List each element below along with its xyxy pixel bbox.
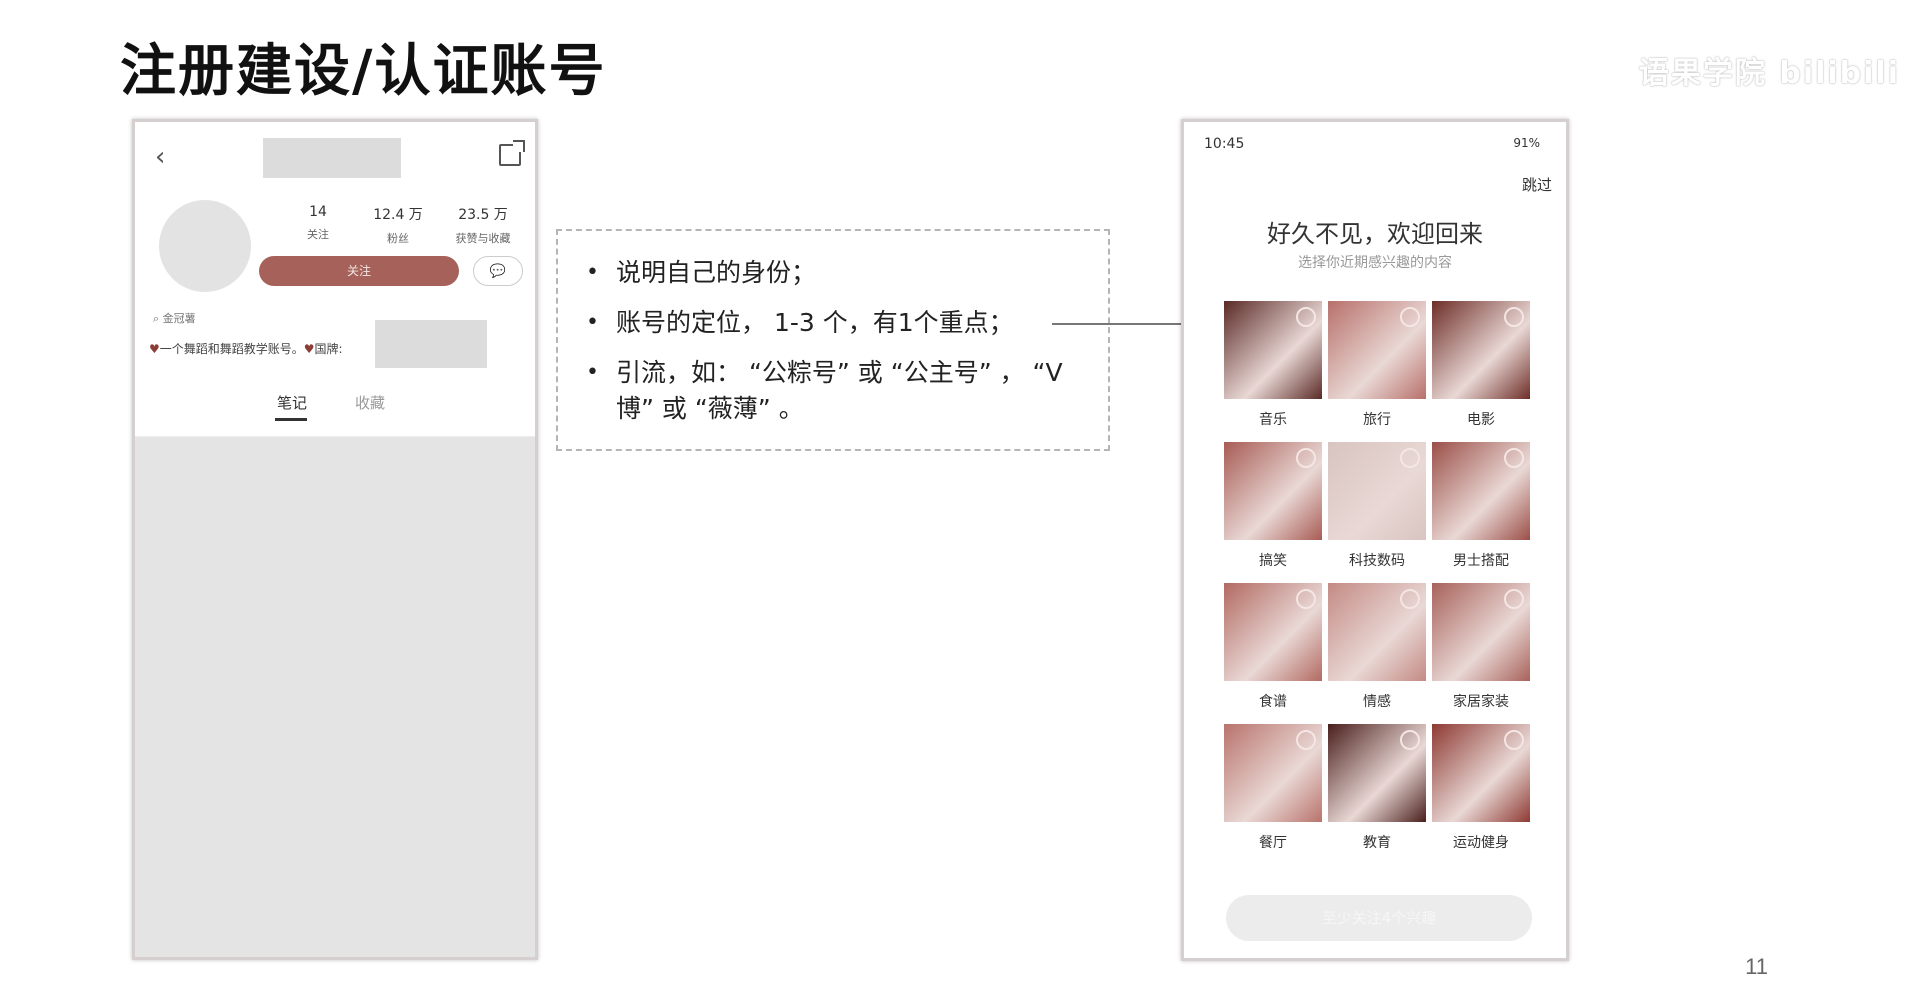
select-circle-icon[interactable] <box>1504 307 1524 327</box>
bullet-dot: • <box>586 360 599 385</box>
interest-phone-screenshot: 10:45 91% 跳过 好久不见，欢迎回来 选择你近期感兴趣的内容 音乐 旅行 电… <box>1181 119 1569 961</box>
select-circle-icon[interactable] <box>1504 448 1524 468</box>
select-circle-icon[interactable] <box>1296 589 1316 609</box>
welcome-title: 好久不见，欢迎回来 <box>1267 220 1483 248</box>
bullet-text: 引流，如： “公粽号” 或 “公主号” ， “V 博” 或 “薇薄” 。 <box>616 358 1063 423</box>
interest-label: 食谱 <box>1259 694 1287 710</box>
interest-label: 餐厅 <box>1259 835 1287 851</box>
follow-button[interactable]: 关注 <box>259 256 459 286</box>
interest-card[interactable]: 情感 <box>1328 583 1426 711</box>
interest-label: 电影 <box>1467 412 1495 428</box>
interest-thumbnail <box>1432 442 1530 540</box>
interest-label: 科技数码 <box>1349 553 1405 569</box>
interest-card[interactable]: 旅行 <box>1328 301 1426 429</box>
stat-value: 14 <box>309 204 327 220</box>
bullet-item: • 账号的定位， 1-3 个，有1个重点； <box>572 305 1094 341</box>
interest-label: 男士搭配 <box>1453 553 1509 569</box>
bullet-dot: • <box>586 260 599 285</box>
interest-thumbnail <box>1328 442 1426 540</box>
interest-card[interactable]: 教育 <box>1328 724 1426 852</box>
stat-likes[interactable]: 23.5 万 获赞与收藏 <box>440 204 526 246</box>
stat-following[interactable]: 14 关注 <box>275 204 361 242</box>
chat-bubble-icon[interactable]: 💬 <box>473 256 523 286</box>
search-icon: ⌕ <box>153 312 160 325</box>
bullet-item: • 说明自己的身份； <box>572 255 1094 291</box>
skip-button[interactable]: 跳过 <box>1522 174 1552 195</box>
interest-card[interactable]: 家居家装 <box>1432 583 1530 711</box>
bio-text: ♥一个舞蹈和舞蹈教学账号。♥国牌: <box>149 340 343 357</box>
tab-notes[interactable]: 笔记 <box>277 392 307 413</box>
interest-thumbnail <box>1328 301 1426 399</box>
profile-header: ‹ 14 关注 12.4 万 粉丝 23.5 万 获赞与收藏 关注 💬 ⌕ 金冠… <box>135 122 535 437</box>
interest-card[interactable]: 男士搭配 <box>1432 442 1530 570</box>
slide-title: 注册建设/认证账号 <box>120 39 607 104</box>
stat-followers[interactable]: 12.4 万 粉丝 <box>355 204 441 246</box>
stat-value: 12.4 万 <box>373 207 423 223</box>
location-label: 金冠薯 <box>162 312 196 325</box>
confirm-interests-button[interactable]: 至少关注4个兴趣 <box>1226 895 1532 941</box>
interest-thumbnail <box>1432 301 1530 399</box>
stat-label: 粉丝 <box>387 232 409 245</box>
bullet-dot: • <box>586 310 599 335</box>
interest-card[interactable]: 搞笑 <box>1224 442 1322 570</box>
interest-card[interactable]: 运动健身 <box>1432 724 1530 852</box>
status-bar-battery: 91% <box>1513 136 1540 150</box>
select-circle-icon[interactable] <box>1296 448 1316 468</box>
interest-label: 家居家装 <box>1453 694 1509 710</box>
interest-card[interactable]: 科技数码 <box>1328 442 1426 570</box>
interest-card[interactable]: 食谱 <box>1224 583 1322 711</box>
profile-phone-screenshot: ‹ 14 关注 12.4 万 粉丝 23.5 万 获赞与收藏 关注 💬 ⌕ 金冠… <box>132 119 538 960</box>
interest-thumbnail <box>1224 724 1322 822</box>
watermark: 语果学院 bilibili <box>1638 56 1900 91</box>
bio-redacted <box>375 320 487 368</box>
status-bar-time: 10:45 <box>1204 136 1245 152</box>
interest-label: 情感 <box>1363 694 1391 710</box>
share-icon[interactable] <box>499 140 525 166</box>
heart-icon: ♥ <box>149 342 160 356</box>
tab-underline <box>275 418 307 421</box>
select-circle-icon[interactable] <box>1504 589 1524 609</box>
interest-card[interactable]: 音乐 <box>1224 301 1322 429</box>
interest-thumbnail <box>1224 301 1322 399</box>
profile-name-redacted <box>263 138 401 178</box>
interest-label: 音乐 <box>1259 412 1287 428</box>
heart-icon: ♥ <box>303 342 315 356</box>
interest-thumbnail <box>1224 442 1322 540</box>
interest-label: 教育 <box>1363 835 1391 851</box>
interest-thumbnail <box>1224 583 1322 681</box>
notes-box: • 说明自己的身份； • 账号的定位， 1-3 个，有1个重点； • 引流，如：… <box>556 229 1110 451</box>
bullet-item: • 引流，如： “公粽号” 或 “公主号” ， “V 博” 或 “薇薄” 。 <box>572 355 1094 427</box>
stat-value: 23.5 万 <box>458 207 508 223</box>
tab-collections[interactable]: 收藏 <box>355 392 385 413</box>
interest-label: 运动健身 <box>1453 835 1509 851</box>
interest-thumbnail <box>1432 724 1530 822</box>
arrow-connector <box>1052 318 1198 330</box>
chevron-left-icon[interactable]: ‹ <box>155 142 165 172</box>
location-text: ⌕ 金冠薯 <box>153 310 196 326</box>
bullet-text: 账号的定位， 1-3 个，有1个重点； <box>616 308 1014 337</box>
select-circle-icon[interactable] <box>1400 730 1420 750</box>
interest-card[interactable]: 餐厅 <box>1224 724 1322 852</box>
stat-label: 关注 <box>307 228 329 241</box>
bio-main: 一个舞蹈和舞蹈教学账号。 <box>159 342 304 356</box>
select-circle-icon[interactable] <box>1296 307 1316 327</box>
welcome-subtitle: 选择你近期感兴趣的内容 <box>1298 255 1452 271</box>
select-circle-icon[interactable] <box>1400 589 1420 609</box>
select-circle-icon[interactable] <box>1400 307 1420 327</box>
interest-thumbnail <box>1328 724 1426 822</box>
interest-card[interactable]: 电影 <box>1432 301 1530 429</box>
select-circle-icon[interactable] <box>1504 730 1524 750</box>
interest-label: 搞笑 <box>1259 553 1287 569</box>
select-circle-icon[interactable] <box>1400 448 1420 468</box>
avatar <box>159 200 251 292</box>
bullet-text: 说明自己的身份； <box>616 258 817 287</box>
bio-suffix: 国牌: <box>314 342 343 356</box>
stat-label: 获赞与收藏 <box>455 232 511 245</box>
select-circle-icon[interactable] <box>1296 730 1316 750</box>
interest-thumbnail <box>1328 583 1426 681</box>
page-number: 11 <box>1745 954 1768 979</box>
interest-thumbnail <box>1432 583 1530 681</box>
interest-label: 旅行 <box>1363 412 1391 428</box>
